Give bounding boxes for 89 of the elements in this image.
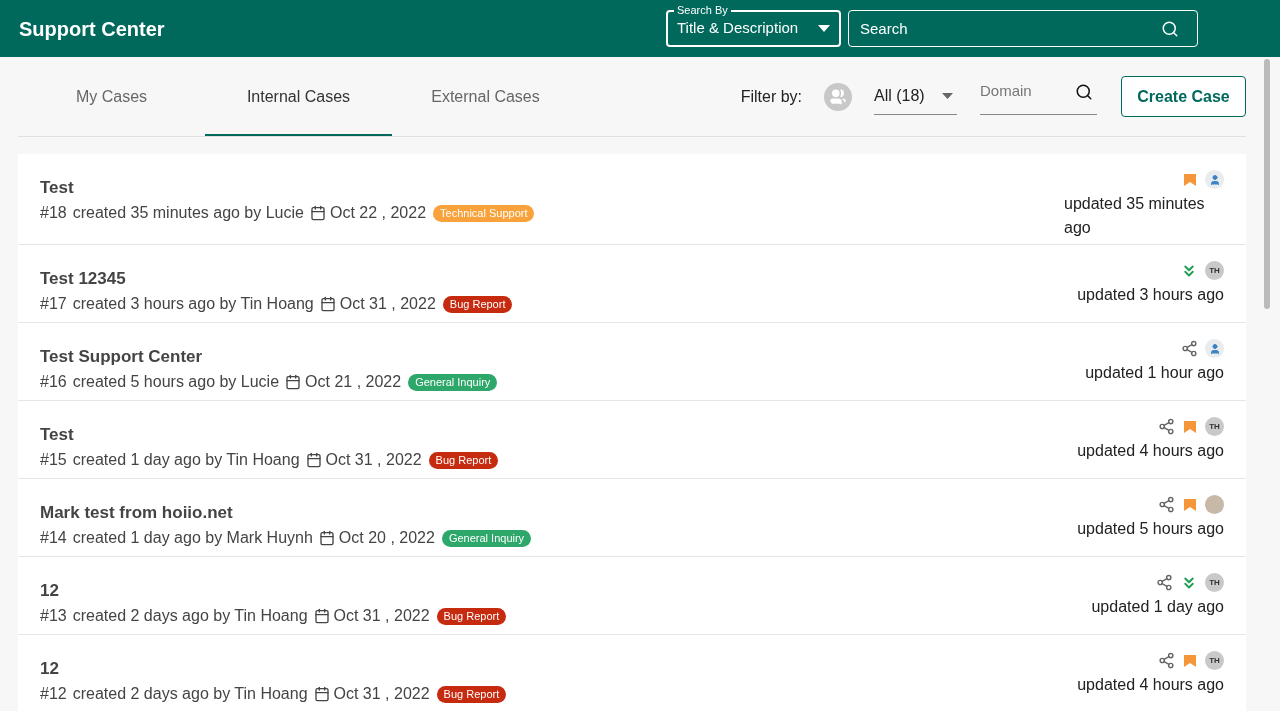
category-tag: General Inquiry: [441, 529, 532, 547]
search-icon[interactable]: [1161, 20, 1179, 38]
search-by-label: Search By: [674, 3, 731, 17]
initials-avatar: TH: [1205, 573, 1224, 592]
scrollbar[interactable]: [1264, 59, 1270, 309]
tab[interactable]: My Cases: [18, 57, 205, 136]
case-number: #14: [40, 528, 67, 548]
category-tag: Bug Report: [436, 685, 507, 703]
case-number: #16: [40, 372, 67, 392]
bookmark-icon: [1182, 418, 1198, 435]
share-icon[interactable]: [1156, 574, 1173, 591]
case-title: Test Support Center: [40, 347, 204, 367]
updated-text: updated 35 minutes ago: [1064, 194, 1206, 238]
case-title: Test: [40, 425, 75, 445]
category-tag: Bug Report: [442, 295, 513, 313]
initials-avatar: TH: [1205, 651, 1224, 670]
category-tag: Bug Report: [436, 607, 507, 625]
initials-avatar: TH: [1205, 261, 1224, 280]
created-text: created 1 day ago by Mark Huynh: [72, 528, 313, 548]
case-title: 12: [40, 659, 60, 679]
date-text: Oct 31 , 2022: [333, 606, 430, 626]
updated-text: updated 3 hours ago: [1077, 285, 1224, 305]
case-number: #17: [40, 294, 67, 314]
created-text: created 2 days ago by Tin Hoang: [72, 684, 308, 704]
filter-select[interactable]: All (18): [874, 78, 957, 115]
case-row[interactable]: Test Support Center #16 created 5 hours ago by Lucie Oct 21 , 2022 General Inquiry updated 1 hour ago: [18, 323, 1246, 401]
bookmark-icon: [1182, 171, 1198, 188]
date-text: Oct 22 , 2022: [329, 203, 427, 223]
calendar-icon: [313, 686, 330, 702]
case-row[interactable]: Test #15 created 1 day ago by Tin Hoang Oct 31 , 2022 Bug Report TH updated 4 hours ago: [18, 401, 1246, 479]
dropdown-caret-icon: [942, 93, 953, 99]
search-field[interactable]: Search: [848, 10, 1198, 47]
updated-text: updated 1 day ago: [1091, 597, 1224, 617]
updated-text: updated 5 hours ago: [1077, 519, 1224, 539]
created-text: created 35 minutes ago by Lucie: [72, 203, 304, 223]
calendar-icon: [319, 296, 336, 312]
search-by-value: Title & Description: [677, 18, 799, 39]
user-avatar-icon: [1205, 170, 1224, 189]
photo-avatar: [1205, 495, 1224, 514]
case-number: #12: [40, 684, 67, 704]
share-icon[interactable]: [1158, 496, 1175, 513]
created-text: created 5 hours ago by Lucie: [72, 372, 280, 392]
initials-avatar: TH: [1205, 417, 1224, 436]
domain-field[interactable]: Domain: [980, 78, 1097, 115]
dropdown-caret-icon: [818, 25, 830, 32]
calendar-icon: [318, 530, 335, 546]
user-avatar-icon: [1205, 339, 1224, 358]
case-row[interactable]: 12 #12 created 2 days ago by Tin Hoang Oct 31 , 2022 Bug Report TH updated 4 hours ago: [18, 635, 1246, 711]
case-title: 12: [40, 581, 60, 601]
share-icon[interactable]: [1158, 652, 1175, 669]
bookmark-icon: [1182, 652, 1198, 669]
group-icon: [824, 82, 852, 111]
created-text: created 2 days ago by Tin Hoang: [72, 606, 308, 626]
created-text: created 1 day ago by Tin Hoang: [72, 450, 300, 470]
case-number: #13: [40, 606, 67, 626]
filter-label: Filter by:: [740, 86, 802, 107]
calendar-icon: [309, 205, 326, 221]
date-text: Oct 20 , 2022: [338, 528, 435, 548]
category-tag: General Inquiry: [408, 373, 498, 391]
case-row[interactable]: Test 12345 #17 created 3 hours ago by Tin Hoang Oct 31 , 2022 Bug Report TH updated 3 hours ago: [18, 245, 1246, 323]
updated-text: updated 4 hours ago: [1077, 441, 1224, 461]
case-row[interactable]: 12 #13 created 2 days ago by Tin Hoang Oct 31 , 2022 Bug Report TH updated 1 day ago: [18, 557, 1246, 635]
updated-text: updated 4 hours ago: [1077, 675, 1224, 695]
case-number: #15: [40, 450, 67, 470]
date-text: Oct 31 , 2022: [339, 294, 436, 314]
created-text: created 3 hours ago by Tin Hoang: [72, 294, 314, 314]
calendar-icon: [305, 452, 322, 468]
updated-text: updated 1 hour ago: [1085, 363, 1224, 383]
bookmark-icon: [1182, 496, 1198, 513]
tab[interactable]: External Cases: [392, 57, 579, 136]
date-text: Oct 31 , 2022: [333, 684, 430, 704]
case-title: Mark test from hoiio.net: [40, 503, 234, 523]
calendar-icon: [285, 374, 302, 390]
case-title: Test 12345: [40, 269, 127, 289]
search-icon[interactable]: [1075, 82, 1093, 101]
case-row[interactable]: Mark test from hoiio.net #14 created 1 day ago by Mark Huynh Oct 20 , 2022 General Inquiry updated 5 hours ago: [18, 479, 1246, 557]
case-title: Test: [40, 178, 75, 198]
share-icon[interactable]: [1158, 418, 1175, 435]
tab[interactable]: Internal Cases: [205, 57, 392, 136]
category-tag: Bug Report: [428, 451, 499, 469]
date-text: Oct 31 , 2022: [325, 450, 422, 470]
category-tag: Technical Support: [433, 204, 535, 222]
share-icon[interactable]: [1181, 340, 1198, 357]
date-text: Oct 21 , 2022: [305, 372, 402, 392]
calendar-icon: [313, 608, 330, 624]
case-number: #18: [40, 203, 67, 223]
create-case-button[interactable]: Create Case: [1121, 76, 1246, 117]
case-row[interactable]: Test #18 created 35 minutes ago by Lucie Oct 22 , 2022 Technical Support updated 35 minutes ago: [18, 154, 1246, 245]
app-title: Support Center: [19, 16, 165, 42]
